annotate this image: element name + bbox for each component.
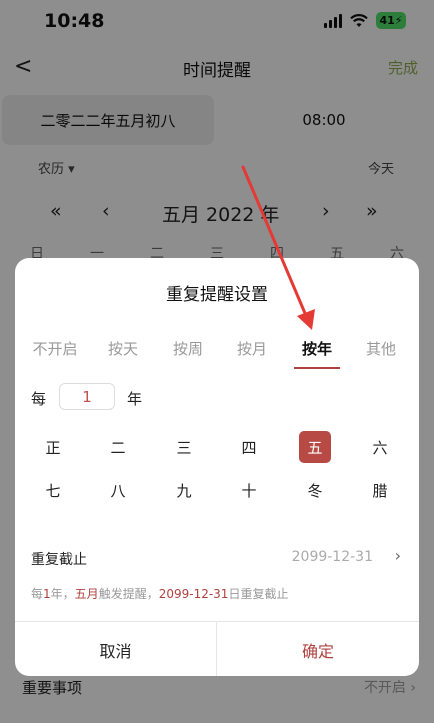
repeat-settings-modal: 重复提醒设置 不开启 按天 按周 按月 按年 其他 每 1 年 正 二 三 四 …: [15, 258, 419, 676]
tab-other[interactable]: 其他: [366, 338, 396, 359]
month-option[interactable]: 十: [233, 474, 265, 506]
summary-month: 五月: [74, 587, 99, 601]
month-option[interactable]: 正: [37, 431, 69, 463]
tab-weekly[interactable]: 按周: [173, 338, 203, 359]
end-date-value[interactable]: 2099-12-31: [292, 549, 373, 565]
cancel-button[interactable]: 取消: [15, 622, 217, 676]
chevron-right-icon[interactable]: ›: [395, 546, 401, 565]
month-option[interactable]: 六: [364, 431, 396, 463]
month-option[interactable]: 八: [102, 474, 134, 506]
month-option[interactable]: 二: [102, 431, 134, 463]
active-tab-indicator: [294, 367, 340, 369]
every-label: 每: [31, 390, 47, 408]
month-option[interactable]: 九: [168, 474, 200, 506]
modal-footer: 取消 确定: [15, 621, 419, 676]
summary-interval: 1: [43, 587, 51, 601]
every-unit: 年: [127, 390, 143, 408]
end-date-label[interactable]: 重复截止: [31, 549, 87, 569]
tab-yearly[interactable]: 按年: [302, 338, 332, 359]
month-option[interactable]: 腊: [364, 474, 396, 506]
interval-input[interactable]: 1: [59, 383, 115, 410]
summary-text: 每: [31, 587, 44, 601]
tab-monthly[interactable]: 按月: [237, 338, 267, 359]
every-row: 每 1 年: [15, 383, 419, 413]
repeat-summary: 每1年，五月触发提醒，2099-12-31日重复截止: [31, 585, 288, 602]
tab-daily[interactable]: 按天: [108, 338, 138, 359]
month-option[interactable]: 冬: [299, 474, 331, 506]
summary-text: 触发提醒，: [98, 587, 159, 601]
month-option-selected[interactable]: 五: [299, 431, 331, 463]
month-option[interactable]: 四: [233, 431, 265, 463]
summary-text: 日重复截止: [228, 587, 289, 601]
tab-off[interactable]: 不开启: [32, 338, 77, 359]
summary-end-date: 2099-12-31: [158, 587, 229, 601]
modal-title: 重复提醒设置: [166, 285, 268, 305]
confirm-button[interactable]: 确定: [217, 622, 419, 676]
month-option[interactable]: 三: [168, 431, 200, 463]
summary-text: 年，: [50, 587, 75, 601]
month-option[interactable]: 七: [37, 474, 69, 506]
